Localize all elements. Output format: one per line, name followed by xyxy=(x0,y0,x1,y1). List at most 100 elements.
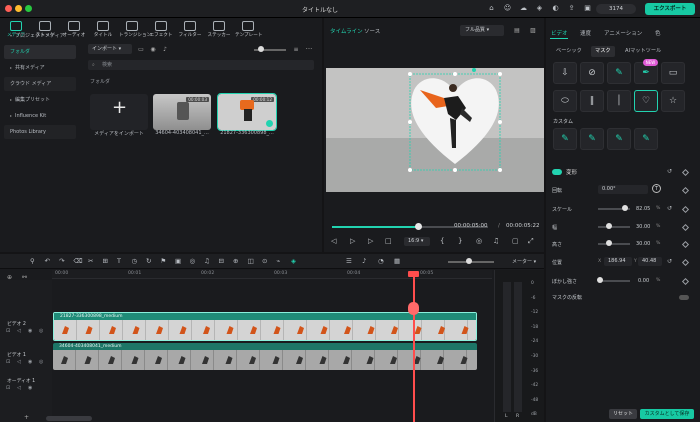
microphone-icon[interactable]: ♪ xyxy=(160,44,170,54)
transform-toggle[interactable] xyxy=(552,169,562,175)
user-icon[interactable]: ☺ xyxy=(503,4,512,13)
tool-template[interactable]: テンプレート xyxy=(235,20,262,40)
upload-icon[interactable]: ⇪ xyxy=(567,4,576,13)
mask-single-line-button[interactable]: │ xyxy=(607,90,631,112)
track-mute-icon[interactable]: ◎ xyxy=(39,328,43,334)
sidebar-item-1[interactable]: フォルダ xyxy=(4,45,76,59)
add-icon[interactable]: + xyxy=(24,414,29,421)
mask-circle-slash-button[interactable]: ⊘ xyxy=(580,62,604,84)
add-icon[interactable]: ⊕ xyxy=(233,257,238,265)
sidebar-item-5[interactable]: ▸ Influence Kit xyxy=(4,109,76,123)
snapshot-icon[interactable]: ◎ xyxy=(476,237,482,245)
notification-icon[interactable]: ◐ xyxy=(551,4,560,13)
width-slider[interactable] xyxy=(598,226,630,228)
tool-filter[interactable]: フィルター xyxy=(177,20,203,40)
scale-knob[interactable] xyxy=(621,205,628,211)
pip-icon[interactable]: ◫ xyxy=(248,257,254,265)
rotate-icon[interactable]: ↻ xyxy=(146,257,151,265)
speed-icon[interactable]: ◷ xyxy=(132,257,138,265)
position-x-input[interactable]: 186.94 xyxy=(604,257,632,266)
more-icon[interactable]: ··· xyxy=(304,44,314,54)
playhead-marker[interactable] xyxy=(408,302,419,315)
undo-icon[interactable]: ↶ xyxy=(45,257,50,265)
blur-knob[interactable] xyxy=(597,277,603,283)
volume-icon[interactable]: ♫ xyxy=(493,237,499,245)
mask-custom-2-button[interactable]: ✎ xyxy=(580,128,604,150)
tab-speed[interactable]: 速度 xyxy=(580,29,591,37)
mask-two-lines-button[interactable]: ‖ xyxy=(580,90,604,112)
height-value[interactable]: 30.00 xyxy=(636,241,650,247)
ai-icon[interactable]: ◈ xyxy=(291,257,296,265)
crop-icon[interactable]: ⊞ xyxy=(103,257,108,265)
preview-canvas[interactable] xyxy=(326,68,544,192)
position-y-input[interactable]: 40.48 xyxy=(638,257,662,266)
reset-icon[interactable]: ↺ xyxy=(667,258,672,265)
music-icon[interactable]: ♪ xyxy=(362,257,366,265)
track-audio-icon[interactable]: ◁ xyxy=(17,359,21,365)
clock-icon[interactable]: ◔ xyxy=(378,257,384,265)
prev-frame-icon[interactable]: ◁ xyxy=(331,237,336,245)
tab-source-preview[interactable]: ソース xyxy=(364,27,380,35)
sidebar-item-4[interactable]: ▸ 編集プリセット xyxy=(4,93,76,107)
redo-icon[interactable]: ↷ xyxy=(59,257,64,265)
subtab-ai-matting[interactable]: AIマットツール xyxy=(621,46,665,57)
mask-heart-button[interactable]: ♡ xyxy=(634,90,658,112)
folder-add-icon[interactable]: ▭ xyxy=(136,44,146,54)
mask-custom-1-button[interactable]: ✎ xyxy=(553,128,577,150)
tool-sticker[interactable]: ステッカー xyxy=(206,20,232,40)
reset-button[interactable]: リセット xyxy=(609,409,637,419)
track-eye-icon[interactable]: ◉ xyxy=(28,385,32,391)
mask-invert-toggle[interactable] xyxy=(679,295,689,300)
settings-icon[interactable]: ▣ xyxy=(583,4,592,13)
playback-progress[interactable] xyxy=(332,226,418,228)
blur-value[interactable]: 0.00 xyxy=(638,278,649,284)
sidebar-item-0[interactable]: ▾ プロジェクトメディア xyxy=(4,29,76,43)
height-slider[interactable] xyxy=(598,243,630,245)
sidebar-item-2[interactable]: ▸ 共有メディア xyxy=(4,61,76,75)
mask-ellipse-button[interactable]: ⬭ xyxy=(553,90,577,112)
tab-timeline-preview[interactable]: タイムライン xyxy=(330,27,363,35)
media-search-input[interactable]: 検索 xyxy=(88,60,314,70)
track-eye-icon[interactable]: ◉ xyxy=(28,328,32,334)
fullscreen-icon[interactable]: ▢ xyxy=(512,237,519,245)
stop-icon[interactable]: □ xyxy=(385,237,392,245)
cloud-icon[interactable]: ☁ xyxy=(519,4,528,13)
playhead[interactable] xyxy=(413,272,415,422)
save-custom-button[interactable]: カスタムとして保存 xyxy=(640,409,694,419)
reset-icon[interactable]: ↺ xyxy=(667,205,672,212)
delete-icon[interactable]: ⌫ xyxy=(74,257,83,265)
track-mute-icon[interactable]: ◎ xyxy=(39,359,43,365)
zoom-knob[interactable] xyxy=(466,258,472,264)
list-icon[interactable]: ☰ xyxy=(346,257,352,265)
export-button[interactable]: エクスポート xyxy=(645,3,695,15)
grid-icon[interactable]: ▦ xyxy=(394,257,400,265)
width-value[interactable]: 30.00 xyxy=(636,224,650,230)
height-knob[interactable] xyxy=(606,240,612,246)
expand-icon[interactable]: ⤢ xyxy=(528,237,534,245)
select-icon[interactable]: ⚲ xyxy=(30,257,35,265)
camera-icon[interactable]: ◉ xyxy=(148,44,158,54)
rotation-input[interactable]: 0.00° xyxy=(598,185,648,194)
subtab-basic[interactable]: ベーシック xyxy=(552,46,586,57)
filter-icon[interactable]: ≡ xyxy=(291,44,301,54)
tab-animation[interactable]: アニメーション xyxy=(604,29,642,37)
rotation-dial-icon[interactable]: T xyxy=(652,184,661,193)
credits-badge[interactable]: 3174 xyxy=(596,4,636,14)
mask-custom-4-button[interactable]: ✎ xyxy=(634,128,658,150)
track-eye-icon[interactable]: ◉ xyxy=(28,359,32,365)
image-icon[interactable]: ▨ xyxy=(528,26,538,35)
mask-import-button[interactable]: ⇩ xyxy=(553,62,577,84)
sidebar-item-6[interactable]: Photos Library xyxy=(4,125,76,139)
mic-icon[interactable]: ⌁ xyxy=(277,257,281,265)
meter-select[interactable]: メーター ▾ xyxy=(512,258,536,265)
color-icon[interactable]: ◎ xyxy=(190,257,196,265)
import-dropdown[interactable]: インポート ▾ xyxy=(88,44,132,54)
step-back-icon[interactable]: ▷ xyxy=(350,237,355,245)
tool-title[interactable]: タイトル xyxy=(90,20,116,40)
width-knob[interactable] xyxy=(606,223,612,229)
marker-icon[interactable]: ⚑ xyxy=(161,257,167,265)
link-icon[interactable]: ⚯ xyxy=(22,274,27,281)
scale-value[interactable]: 82.05 xyxy=(636,206,650,212)
tab-color[interactable]: 色 xyxy=(655,29,661,37)
reset-icon[interactable]: ↺ xyxy=(667,168,672,175)
